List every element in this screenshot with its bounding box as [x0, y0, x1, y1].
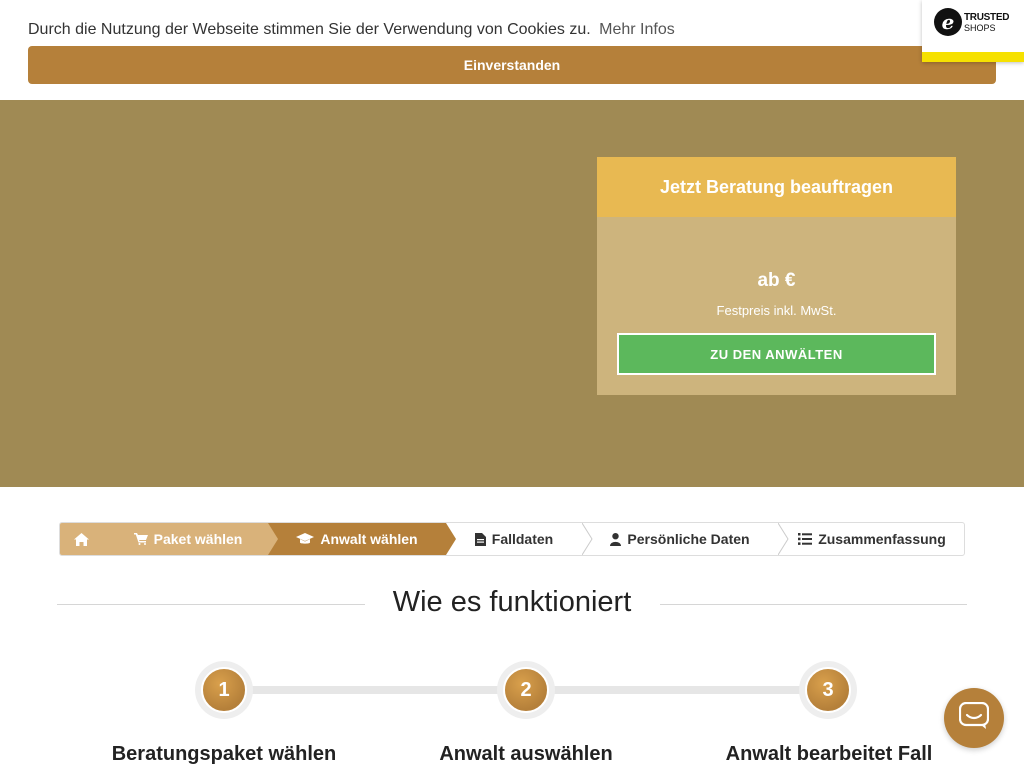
step-anwalt[interactable]: Anwalt wählen — [268, 523, 446, 555]
process-label-1: Beratungspaket wählen — [111, 743, 337, 765]
hero-section: Jetzt Beratung beauftragen ab € Festprei… — [0, 100, 1024, 487]
cookie-more-info-link[interactable]: Mehr Infos — [599, 21, 675, 38]
step-zusammenfassung[interactable]: Zusammenfassung — [778, 523, 964, 555]
price-note: Festpreis inkl. MwSt. — [716, 303, 837, 318]
trusted-shops-badge[interactable]: e TRUSTED SHOPS — [922, 0, 1024, 62]
file-icon — [474, 532, 486, 546]
step-persoenliche-daten[interactable]: Persönliche Daten — [582, 523, 778, 555]
step-number: 2 — [503, 667, 549, 713]
step-label: Persönliche Daten — [627, 531, 750, 547]
process-step-2: 2 — [497, 661, 555, 719]
step-label: Paket wählen — [153, 531, 243, 547]
process-label-2: Anwalt auswählen — [439, 743, 613, 765]
step-separator — [446, 523, 456, 555]
chat-launcher-button[interactable] — [944, 688, 1004, 748]
step-label: Zusammenfassung — [818, 531, 946, 547]
process-step-1: 1 — [195, 661, 253, 719]
trusted-shops-logo-icon: e — [934, 8, 962, 36]
step-label: Falldaten — [491, 531, 554, 547]
chat-icon — [958, 701, 990, 735]
step-separator — [582, 523, 593, 555]
cookie-accept-button[interactable]: Einverstanden — [28, 46, 996, 84]
order-steps-breadcrumb: Paket wählen Anwalt wählen Falldaten Per… — [59, 522, 965, 556]
step-home[interactable] — [60, 523, 108, 555]
step-number: 3 — [805, 667, 851, 713]
process-label-3: Anwalt bearbeitet Fall — [725, 743, 933, 765]
user-icon — [610, 532, 622, 546]
graduation-cap-icon — [296, 533, 315, 545]
step-separator — [268, 523, 278, 555]
card-title: Jetzt Beratung beauftragen — [597, 157, 956, 217]
to-lawyers-button[interactable]: ZU DEN ANWÄLTEN — [617, 333, 936, 375]
step-number: 1 — [201, 667, 247, 713]
cookie-text: Durch die Nutzung der Webseite stimmen S… — [28, 21, 591, 38]
cookie-message: Durch die Nutzung der Webseite stimmen S… — [28, 21, 675, 39]
cart-icon — [133, 533, 148, 545]
list-icon — [798, 533, 813, 545]
badge-stripe — [922, 52, 1024, 62]
price: ab € — [757, 270, 796, 291]
step-separator — [778, 523, 789, 555]
shops-label: SHOPS — [964, 23, 996, 33]
step-falldaten[interactable]: Falldaten — [446, 523, 582, 555]
order-card: Jetzt Beratung beauftragen ab € Festprei… — [597, 157, 956, 395]
step-paket[interactable]: Paket wählen — [108, 523, 268, 555]
section-title: Wie es funktioniert — [392, 586, 632, 618]
home-icon — [73, 532, 89, 546]
step-label: Anwalt wählen — [320, 531, 418, 547]
process-step-3: 3 — [799, 661, 857, 719]
cookie-bar: Durch die Nutzung der Webseite stimmen S… — [0, 0, 1024, 100]
trusted-label: TRUSTED — [964, 12, 1010, 23]
